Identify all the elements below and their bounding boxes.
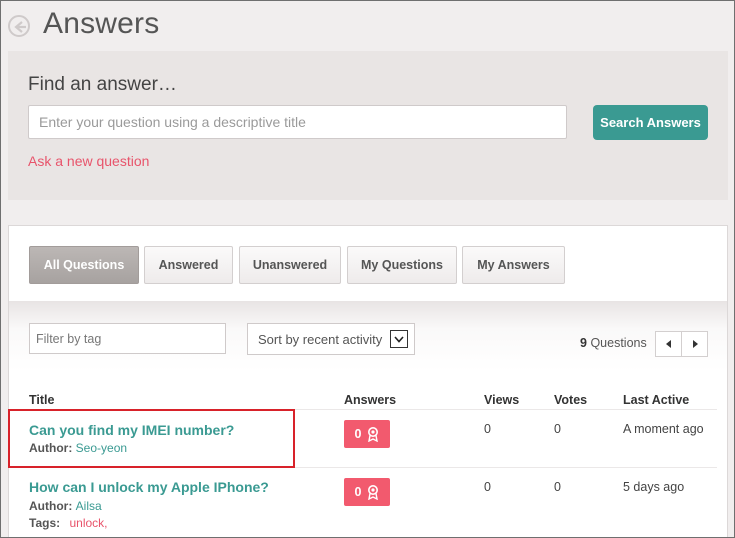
answers-badge[interactable]: 0 [344,420,390,448]
questions-panel: All Questions Answered Unanswered My Que… [8,225,728,537]
last-active: 5 days ago [623,480,685,494]
answers-page: Answers Find an answer… Search Answers A… [0,0,735,538]
views-count: 0 [484,480,491,494]
question-author: Author: Ailsa [29,499,102,513]
answers-count: 0 [354,485,362,499]
column-header-votes: Votes [554,393,588,407]
page-title: Answers [43,7,160,40]
last-active: A moment ago [623,422,704,436]
column-header-views: Views [484,393,520,407]
question-tabs: All Questions Answered Unanswered My Que… [9,226,727,301]
prev-page-icon[interactable] [656,332,682,356]
question-count-label: Questions [590,336,647,350]
answers-badge[interactable]: 0 [344,478,390,506]
tab-all-questions[interactable]: All Questions [29,246,139,284]
award-ribbon-icon [368,484,379,500]
find-answer-label: Find an answer… [28,74,177,95]
back-arrow-icon[interactable] [8,15,30,37]
tab-my-answers[interactable]: My Answers [462,246,565,284]
votes-count: 0 [554,480,561,494]
sort-select-value: Sort by recent activity [258,331,383,347]
question-search-input[interactable] [28,105,567,139]
tag-link[interactable]: unlock, [69,516,107,530]
tab-answered[interactable]: Answered [144,246,233,284]
tag-filter-input[interactable] [29,323,226,354]
ask-question-link[interactable]: Ask a new question [28,153,149,169]
column-header-last-active: Last Active [623,393,690,407]
author-label: Author: [29,499,73,513]
tags-label: Tags: [29,516,61,530]
author-link[interactable]: Ailsa [76,499,102,513]
tab-my-questions[interactable]: My Questions [347,246,457,284]
column-header-answers: Answers [344,393,397,407]
filter-toolbar: Sort by recent activity 9 Questions [9,301,727,371]
highlight-box [8,409,295,468]
question-count: 9 Questions [580,336,647,350]
pager [655,331,708,357]
question-count-value: 9 [580,336,587,350]
search-panel: Find an answer… Search Answers Ask a new… [8,51,728,200]
answers-count: 0 [354,427,362,441]
tab-unanswered[interactable]: Unanswered [239,246,341,284]
votes-count: 0 [554,422,561,436]
column-header-title: Title [29,393,55,407]
question-tags: Tags: unlock, [29,516,108,530]
next-page-icon[interactable] [682,332,707,356]
views-count: 0 [484,422,491,436]
sort-select[interactable]: Sort by recent activity [247,323,415,355]
search-answers-button[interactable]: Search Answers [593,105,708,140]
award-ribbon-icon [368,426,379,442]
question-title-link[interactable]: How can I unlock my Apple IPhone? [29,479,269,495]
chevron-down-icon[interactable] [390,330,408,348]
